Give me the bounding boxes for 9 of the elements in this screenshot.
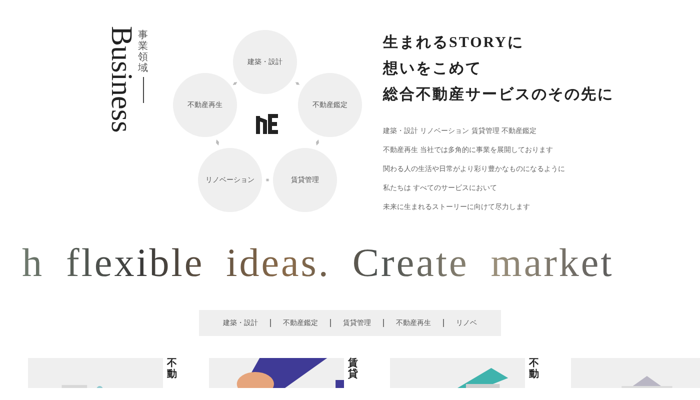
card-label: 不動 — [529, 358, 539, 382]
card-label: 賃貸 — [348, 358, 358, 382]
headline: 生まれるSTORYに — [383, 33, 525, 53]
section-label: 事業領域 — [138, 30, 148, 74]
headline: 総合不動産サービスのその先に — [383, 85, 614, 105]
logo-icon — [256, 114, 278, 134]
headline: 想いをこめて — [383, 59, 483, 79]
section-title: Business — [108, 26, 134, 135]
card-label: 不動 — [167, 358, 177, 382]
